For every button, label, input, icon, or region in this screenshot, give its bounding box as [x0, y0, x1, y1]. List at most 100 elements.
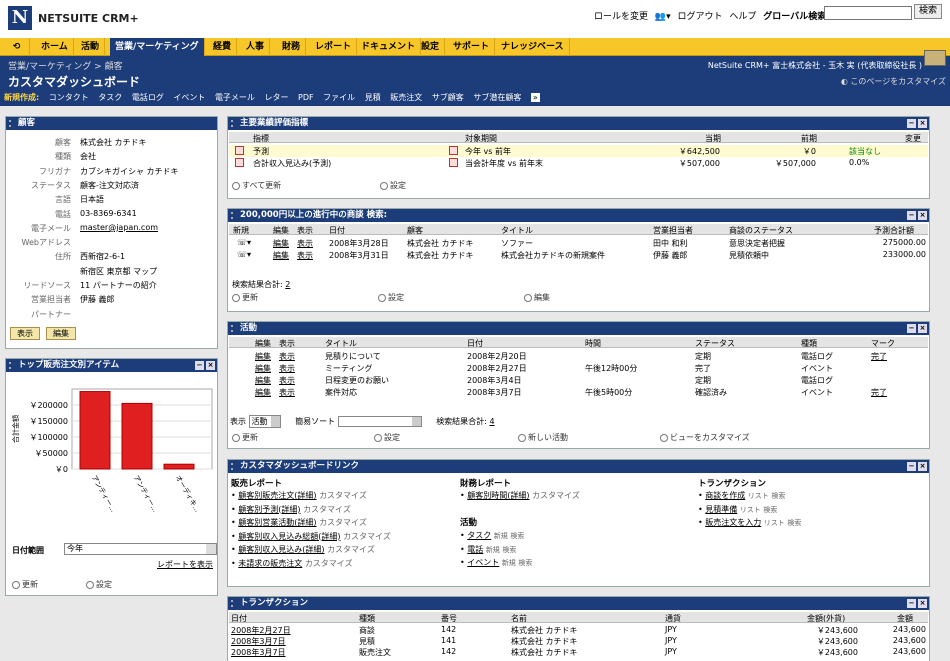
view-link[interactable]: 表示	[279, 351, 295, 362]
bar[interactable]	[121, 402, 153, 470]
edit-link[interactable]: 編集	[273, 238, 289, 249]
close-icon[interactable]: ×	[206, 361, 215, 370]
inbox-icon[interactable]	[924, 50, 946, 66]
close-icon[interactable]: ×	[918, 324, 927, 333]
field-value[interactable]: master@japan.com	[80, 223, 158, 232]
view-report-link[interactable]: レポートを表示	[157, 559, 213, 570]
mark-complete-link[interactable]: 完了	[871, 387, 887, 398]
global-search-input[interactable]	[824, 6, 912, 20]
tab-expenses[interactable]: 経費	[208, 38, 238, 56]
sales-report-link[interactable]: • 顧客別予測(詳細) カスタマイズ	[231, 504, 351, 515]
drag-handle-icon[interactable]	[231, 120, 236, 127]
new-activity-icon[interactable]: ☏▾	[237, 238, 251, 247]
tab-setup[interactable]: 設定	[416, 38, 446, 56]
new-file-link[interactable]: ファイル	[323, 93, 355, 102]
view-link[interactable]: 表示	[297, 238, 313, 249]
close-icon[interactable]: ×	[918, 211, 927, 220]
activity-link[interactable]: • 電話 新規 検索	[460, 544, 516, 555]
tab-activities[interactable]: 活動	[76, 38, 106, 56]
tab-home[interactable]: ホーム	[36, 38, 74, 56]
sales-report-link[interactable]: • 顧客別収入見込み総額(詳細) カスタマイズ	[231, 531, 391, 542]
tab-hr[interactable]: 人事	[241, 38, 271, 56]
edit-button[interactable]: 編集	[46, 327, 76, 340]
new-estimate-link[interactable]: 見積	[365, 93, 381, 102]
tab-sales-marketing[interactable]: 営業/マーケティング	[110, 38, 205, 56]
drag-handle-icon[interactable]	[9, 362, 14, 369]
customize-page-link[interactable]: ◐ このページをカスタマイズ	[841, 76, 946, 87]
refresh-all-link[interactable]: すべて更新	[232, 180, 281, 191]
tab-finance[interactable]: 財務	[277, 38, 307, 56]
edit-link[interactable]: 編集	[255, 375, 271, 386]
settings-link[interactable]: 設定	[374, 432, 400, 443]
sales-report-link[interactable]: • 未請求の販売注文 カスタマイズ	[231, 558, 353, 569]
drag-handle-icon[interactable]	[231, 212, 236, 219]
refresh-link[interactable]: 更新	[232, 432, 258, 443]
close-icon[interactable]: ×	[918, 462, 927, 471]
tab-reports[interactable]: レポート	[310, 38, 358, 56]
finance-link[interactable]: • 顧客別時間(詳細) カスタマイズ	[460, 490, 580, 501]
date-link[interactable]: 2008年2月27日	[231, 625, 291, 636]
date-link[interactable]: 2008年3月7日	[231, 636, 286, 647]
new-event-link[interactable]: イベント	[173, 93, 205, 102]
settings-link[interactable]: 設定	[378, 292, 404, 303]
close-icon[interactable]: ×	[918, 119, 927, 128]
more-icon[interactable]: »	[530, 93, 540, 102]
date-link[interactable]: 2008年3月7日	[231, 647, 286, 658]
new-letter-link[interactable]: レター	[264, 93, 288, 102]
sales-report-link[interactable]: • 顧客別販売注文(詳細) カスタマイズ	[231, 490, 367, 501]
mark-complete-link[interactable]: 完了	[871, 351, 887, 362]
chart-icon[interactable]	[235, 158, 244, 167]
minimize-icon[interactable]: −	[907, 119, 916, 128]
minimize-icon[interactable]: −	[907, 462, 916, 471]
edit-link[interactable]: 編集	[255, 363, 271, 374]
date-range-select[interactable]: 今年	[64, 543, 217, 555]
edit-link[interactable]: 編集	[524, 292, 550, 303]
minimize-icon[interactable]: −	[907, 211, 916, 220]
minimize-icon[interactable]: −	[195, 361, 204, 370]
transaction-link[interactable]: • 商談を作成 リスト 検索	[698, 490, 785, 501]
edit-link[interactable]: 編集	[273, 250, 289, 261]
drag-handle-icon[interactable]	[231, 463, 236, 470]
drag-handle-icon[interactable]	[231, 325, 236, 332]
activity-link[interactable]: • タスク 新規 検索	[460, 530, 524, 541]
breadcrumb[interactable]: 営業/マーケティング > 顧客	[8, 59, 123, 72]
sort-select[interactable]	[337, 416, 422, 427]
new-contact-link[interactable]: コンタクト	[49, 93, 89, 102]
tab-support[interactable]: サポート	[448, 38, 496, 56]
minimize-icon[interactable]: −	[907, 324, 916, 333]
view-button[interactable]: 表示	[10, 327, 40, 340]
help-link[interactable]: ヘルプ	[729, 12, 756, 22]
new-call-link[interactable]: 電話ログ	[132, 93, 164, 102]
refresh-link[interactable]: 更新	[12, 579, 38, 590]
settings-link[interactable]: 設定	[380, 180, 406, 191]
new-email-link[interactable]: 電子メール	[215, 93, 255, 102]
drag-handle-icon[interactable]	[231, 600, 236, 607]
logout-link[interactable]: ログアウト	[678, 12, 723, 22]
user-icon[interactable]: 👥▾	[655, 12, 671, 22]
bar[interactable]	[163, 463, 195, 470]
view-link[interactable]: 表示	[279, 363, 295, 374]
close-icon[interactable]: ×	[918, 599, 927, 608]
new-sales-order-link[interactable]: 販売注文	[390, 93, 422, 102]
new-task-link[interactable]: タスク	[98, 93, 122, 102]
view-link[interactable]: 表示	[279, 375, 295, 386]
new-subprospect-link[interactable]: サブ潜在顧客	[473, 93, 521, 102]
new-subcustomer-link[interactable]: サブ顧客	[432, 93, 464, 102]
edit-link[interactable]: 編集	[255, 387, 271, 398]
chart-icon[interactable]	[235, 146, 244, 155]
refresh-link[interactable]: 更新	[232, 292, 258, 303]
tab-documents[interactable]: ドキュメント	[356, 38, 422, 56]
sales-report-link[interactable]: • 顧客別収入見込み(詳細) カスタマイズ	[231, 544, 375, 555]
settings-link[interactable]: 設定	[86, 579, 112, 590]
sales-report-link[interactable]: • 顧客別営業活動(詳細) カスタマイズ	[231, 517, 367, 528]
view-link[interactable]: 表示	[297, 250, 313, 261]
new-activity-icon[interactable]: ☏▾	[237, 250, 251, 259]
tab-knowledge-base[interactable]: ナレッジベース	[496, 38, 570, 56]
transaction-link[interactable]: • 見積準備 リスト 検索	[698, 504, 777, 515]
change-role-link[interactable]: ロールを変更	[594, 12, 648, 22]
drag-handle-icon[interactable]	[9, 120, 14, 127]
shortcuts-icon[interactable]: ⟲	[4, 38, 30, 56]
chart-icon[interactable]	[449, 158, 458, 167]
transaction-link[interactable]: • 販売注文を入力 リスト 検索	[698, 517, 801, 528]
bar[interactable]	[79, 391, 111, 470]
